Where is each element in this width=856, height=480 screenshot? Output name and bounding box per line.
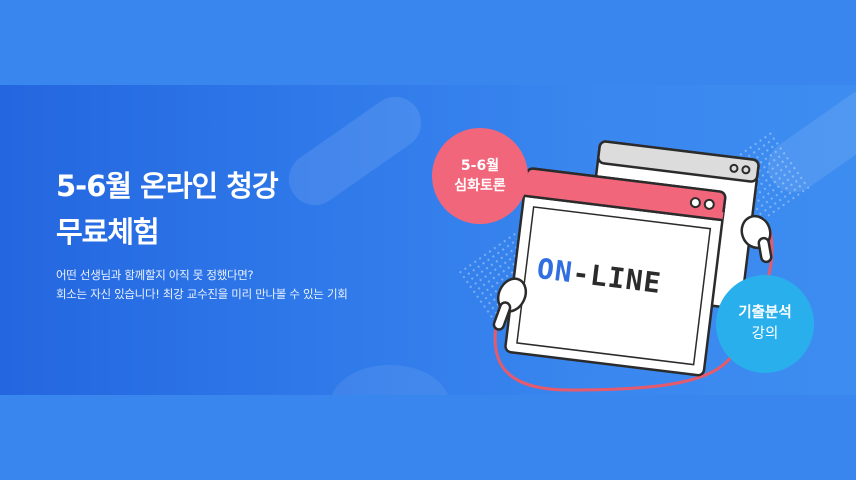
badge-past-exam-lecture: 기출분석 강의 bbox=[716, 275, 814, 373]
badge-cyan-line-1: 기출분석 bbox=[738, 305, 792, 321]
front-browser-window: ON-LINE bbox=[504, 167, 727, 377]
description-line-2: 회소는 자신 있습니다! 최강 교수진을 미리 만나볼 수 있는 기회 bbox=[56, 287, 348, 301]
description-line-1: 어떤 선생님과 함께할지 아직 못 정했다면? bbox=[56, 268, 254, 282]
badge-pink-line-2: 심화토론 bbox=[454, 178, 506, 194]
decor-stripe bbox=[278, 86, 432, 216]
badge-advanced-discussion: 5-6월 심화토론 bbox=[432, 128, 528, 224]
title-line-2: 무료체험 bbox=[56, 215, 160, 249]
title-line-1: 5-6월 온라인 청강 bbox=[56, 169, 279, 203]
badge-cyan-line-2: 강의 bbox=[751, 326, 779, 342]
badge-pink-line-1: 5-6월 bbox=[460, 158, 500, 174]
page-frame: 5-6월 온라인 청강 무료체험 어떤 선생님과 함께할지 아직 못 정했다면?… bbox=[0, 0, 856, 480]
promo-description: 어떤 선생님과 함께할지 아직 못 정했다면? 회소는 자신 있습니다! 최강 … bbox=[56, 266, 348, 304]
page-title: 5-6월 온라인 청강 무료체험 bbox=[56, 163, 279, 255]
